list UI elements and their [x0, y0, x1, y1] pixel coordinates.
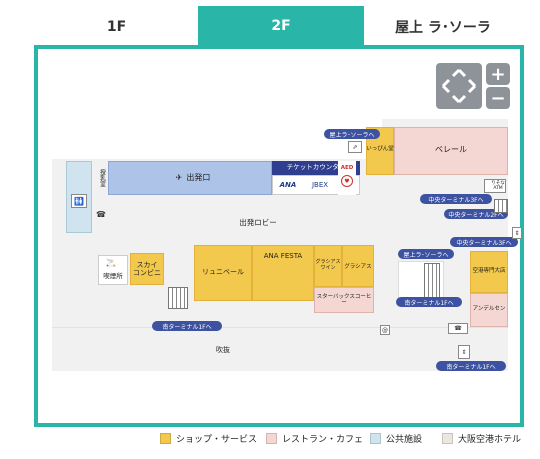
- tab-1f[interactable]: 1F: [34, 8, 199, 46]
- shop-airport-store-label: 空港専門大店: [472, 267, 506, 274]
- elevator-south-icon: ⇕: [458, 345, 470, 359]
- legend-public: 公共施設: [370, 432, 422, 445]
- shop-renewal-label: リュニベール: [202, 267, 244, 276]
- smoking-room-label: 喫煙所: [103, 272, 123, 281]
- restaurant-starbucks-label: スターバックスコーヒー: [316, 293, 372, 306]
- smoking-icon: 🚬: [106, 257, 116, 267]
- internet-icon: @: [380, 325, 390, 335]
- legend-restaurant: レストラン・カフェ: [266, 432, 363, 445]
- tab-rooftop[interactable]: 屋上 ラ･ソーラ: [363, 8, 523, 46]
- departure-gate-text: 出発口: [186, 173, 211, 183]
- legend-shop-label: ショップ・サービス: [176, 435, 258, 445]
- escalator-central: [494, 199, 508, 213]
- ana-counter[interactable]: ANA: [274, 179, 302, 191]
- aed-icon: ♥: [341, 175, 353, 187]
- jbex-counter[interactable]: JBEX: [304, 179, 336, 191]
- atrium-label: 吹抜: [216, 345, 230, 354]
- restaurant-velle-label: ベレール: [435, 145, 467, 155]
- phone-icon: ☎: [96, 209, 106, 219]
- legend-public-label: 公共施設: [386, 435, 423, 445]
- shop-glacias-wine-label: グラシアス ワイン: [315, 259, 341, 271]
- shop-ana-festa-label: ANA FESTA: [263, 251, 303, 260]
- pan-arrows-icon: [441, 68, 477, 104]
- tab-2f[interactable]: 2F: [198, 6, 364, 46]
- legend-restaurant-label: レストラン・カフェ: [282, 435, 364, 445]
- to-roof-sora-pill[interactable]: 屋上ラ･ソーラへ: [324, 129, 380, 139]
- legend-hotel-swatch: [442, 433, 453, 444]
- pan-control[interactable]: [436, 63, 482, 109]
- atm-label: りそな ATM: [491, 180, 505, 191]
- legend-shop: ショップ・サービス: [160, 432, 257, 445]
- floor-cutout: [52, 119, 382, 159]
- to-central-3f-b-pill[interactable]: 中央ターミナル3Fへ: [450, 237, 518, 247]
- to-south-1f-pill-c[interactable]: 南ターミナル1Fへ: [436, 361, 506, 371]
- escalator-icon: ⇗: [348, 141, 362, 153]
- legend-hotel: 大阪空港ホテル: [442, 432, 521, 445]
- legend-hotel-label: 大阪空港ホテル: [458, 435, 522, 445]
- to-south-1f-pill-a[interactable]: 南ターミナル1Fへ: [152, 321, 222, 331]
- zoom-in-button[interactable]: +: [486, 63, 510, 85]
- legend-shop-swatch: [160, 433, 171, 444]
- zoom-out-button[interactable]: −: [486, 87, 510, 109]
- departure-gate-label: ✈ 出発口: [158, 171, 228, 185]
- plane-icon: ✈: [175, 173, 183, 183]
- map-legend: ショップ・サービス レストラン・カフェ 公共施設 大阪空港ホテル: [0, 432, 540, 450]
- shop-glacias-label: グラシアス: [344, 263, 372, 270]
- departure-lobby-label: 出発ロビー: [239, 217, 277, 227]
- nursing-room-label: 授乳室: [98, 169, 106, 187]
- legend-public-swatch: [370, 433, 381, 444]
- to-roof-sora-pill-2[interactable]: 屋上ラ･ソーラへ: [398, 249, 454, 259]
- elevator-icon: ⇕: [512, 227, 522, 239]
- legend-restaurant-swatch: [266, 433, 277, 444]
- to-south-1f-pill-b[interactable]: 南ターミナル1Fへ: [396, 297, 462, 307]
- escalator-south-b: [424, 263, 440, 299]
- escalator-south-a: [168, 287, 188, 309]
- phone-booth-icon: ☎: [448, 323, 468, 334]
- shop-sky-conveni-label: スカイ コンビニ: [133, 260, 161, 277]
- restroom-icon: 🚻: [71, 194, 87, 208]
- to-central-3f-pill[interactable]: 中央ターミナル3Fへ: [420, 194, 492, 204]
- restaurant-andersen-label: アンデルセン: [472, 305, 506, 312]
- aed-label: AED: [340, 164, 354, 171]
- shop-ippin-label: いっぴん堂: [366, 145, 394, 152]
- floor-map[interactable]: 吹抜 🚻 授乳室 ☎ ✈ 出発口 チケットカウンター ANA JBEX AED ♥…: [34, 45, 524, 427]
